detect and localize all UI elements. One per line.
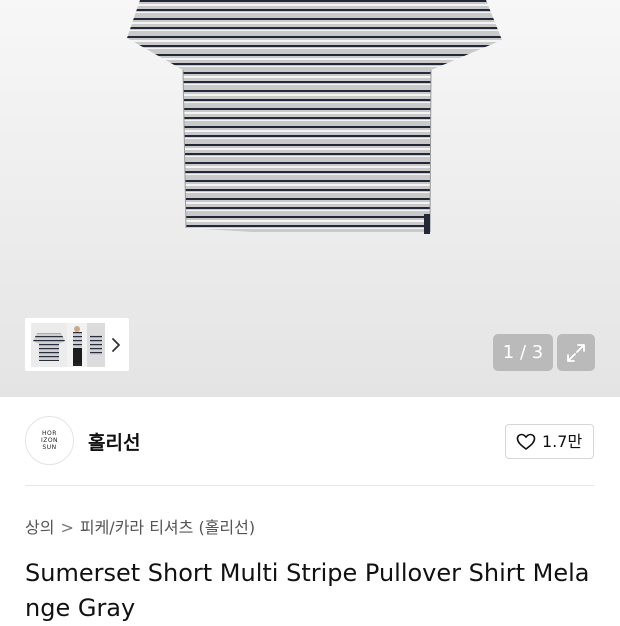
expand-fullscreen-button[interactable] — [557, 334, 595, 371]
breadcrumb-separator-icon: > — [60, 518, 74, 537]
breadcrumb-item-subcategory[interactable]: 피케/카라 티셔츠 (홀리선) — [80, 518, 255, 537]
product-title: Sumerset Short Multi Stripe Pullover Shi… — [25, 559, 590, 622]
thumbnail-2[interactable] — [67, 323, 89, 367]
thumbnail-1[interactable] — [31, 323, 67, 367]
image-page-counter: 1 / 3 — [493, 334, 553, 371]
product-image-gallery[interactable]: 1 / 3 — [0, 0, 620, 397]
brand-logo-line-3: SUN — [42, 444, 57, 451]
section-divider — [25, 485, 595, 486]
like-count: 1.7만 — [542, 432, 583, 451]
brand-name-link[interactable]: 홀리선 — [88, 428, 140, 455]
like-button[interactable]: 1.7만 — [505, 424, 594, 459]
thumbnail-3[interactable] — [87, 323, 105, 367]
brand-logo[interactable]: HOR IZON SUN — [25, 416, 74, 465]
expand-icon — [567, 344, 585, 362]
chevron-right-icon[interactable] — [110, 336, 122, 354]
heart-icon — [516, 433, 536, 450]
breadcrumb-item-category[interactable]: 상의 — [25, 518, 54, 537]
breadcrumb: 상의 > 피케/카라 티셔츠 (홀리선) — [25, 514, 255, 538]
